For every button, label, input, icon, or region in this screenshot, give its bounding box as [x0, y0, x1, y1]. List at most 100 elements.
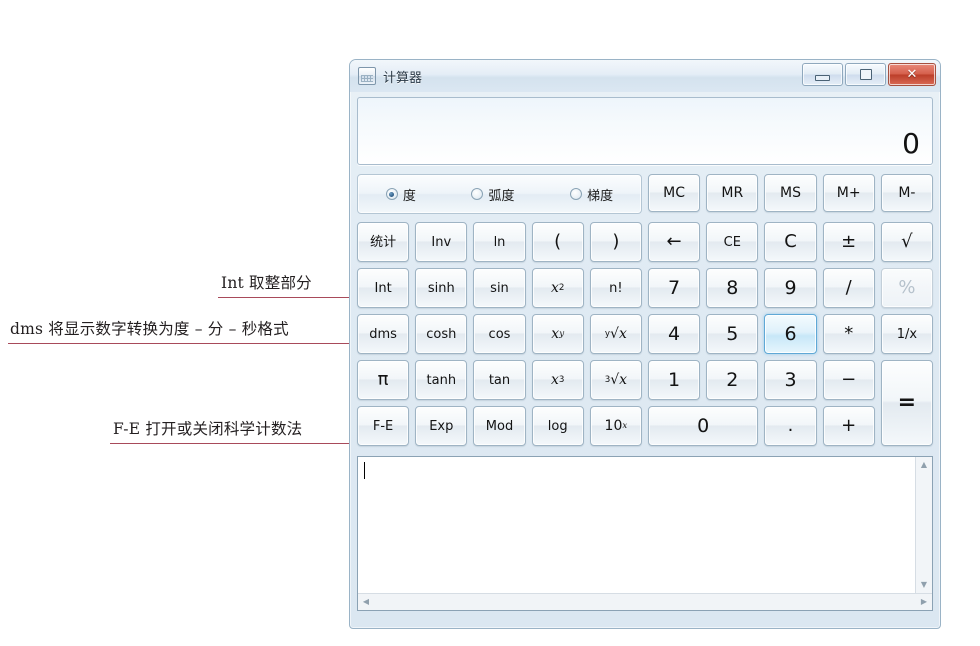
radio-degrees[interactable]: 度 — [385, 185, 416, 204]
key-reciprocal[interactable]: 1/x — [880, 314, 933, 354]
scroll-right-icon[interactable]: ▶ — [916, 594, 932, 610]
key-x-cubed[interactable]: x3 — [531, 360, 584, 400]
radio-radians-dot — [471, 188, 484, 200]
memory-add-button[interactable]: M+ — [822, 174, 875, 212]
annotation-dms-leader-line — [8, 343, 378, 344]
key-tan[interactable]: tan — [473, 360, 526, 400]
key-cos[interactable]: cos — [473, 314, 526, 354]
key-mod[interactable]: Mod — [473, 406, 526, 446]
radical-icon: √ — [610, 372, 620, 388]
key-tanh[interactable]: tanh — [415, 360, 468, 400]
key-pi[interactable]: π — [357, 360, 410, 400]
key-divide[interactable]: / — [822, 268, 875, 308]
key-multiply[interactable]: * — [822, 314, 875, 354]
key-3[interactable]: 3 — [764, 360, 817, 400]
key-close-paren[interactable]: ) — [589, 222, 642, 262]
radio-gradians[interactable]: 梯度 — [570, 185, 613, 204]
radio-gradians-dot — [570, 188, 583, 200]
key-cube-root-radicand: x — [619, 372, 628, 388]
radio-degrees-label: 度 — [402, 188, 416, 204]
key-ten-power-x-base: 10 — [604, 418, 623, 434]
key-7[interactable]: 7 — [648, 268, 701, 308]
key-square-root[interactable]: √ — [880, 222, 933, 262]
history-text-area[interactable] — [358, 457, 915, 593]
scroll-left-icon[interactable]: ◀ — [358, 594, 374, 610]
key-open-paren[interactable]: ( — [531, 222, 584, 262]
radio-radians-label: 弧度 — [488, 188, 515, 204]
radio-gradians-label: 梯度 — [587, 188, 614, 204]
close-button[interactable]: ✕ — [888, 63, 936, 86]
calculator-icon — [358, 67, 376, 85]
key-cosh[interactable]: cosh — [415, 314, 468, 354]
vertical-scrollbar[interactable]: ▲ ▼ — [915, 457, 932, 593]
memory-clear-button[interactable]: MC — [648, 174, 701, 212]
key-exp[interactable]: Exp — [415, 406, 468, 446]
key-x-squared-base: x — [550, 280, 559, 296]
text-caret — [364, 462, 365, 479]
key-sinh[interactable]: sinh — [415, 268, 468, 308]
key-ten-power-x[interactable]: 10 x — [589, 406, 642, 446]
key-x-squared[interactable]: x2 — [531, 268, 584, 308]
key-x-power-y[interactable]: xy — [531, 314, 584, 354]
key-inv[interactable]: Inv — [415, 222, 468, 262]
key-clear-entry[interactable]: CE — [706, 222, 759, 262]
key-yth-root[interactable]: y √ x — [589, 314, 642, 354]
key-dms[interactable]: dms — [357, 314, 410, 354]
key-add[interactable]: + — [822, 406, 875, 446]
history-main: ▲ ▼ — [358, 457, 932, 593]
key-sign-toggle[interactable]: ± — [822, 222, 875, 262]
display-value: 0 — [902, 127, 920, 160]
display-field[interactable]: 0 — [357, 97, 933, 165]
key-sin[interactable]: sin — [473, 268, 526, 308]
key-8[interactable]: 8 — [706, 268, 759, 308]
scroll-down-icon[interactable]: ▼ — [916, 577, 932, 593]
key-factorial[interactable]: n! — [589, 268, 642, 308]
minimize-button[interactable] — [802, 63, 843, 86]
annotation-dms-label: dms 将显示数字转换为度 – 分 – 秒格式 — [10, 320, 289, 338]
scroll-up-icon[interactable]: ▲ — [916, 457, 932, 473]
memory-subtract-button[interactable]: M- — [880, 174, 934, 212]
calculator-body: 0 度 弧度 梯度 MC MR MS M+ M- 统计 Inv ln () ←… — [350, 92, 940, 618]
minimize-icon — [815, 74, 830, 81]
radio-degrees-dot — [385, 188, 398, 200]
window-title: 计算器 — [383, 70, 423, 86]
key-fe[interactable]: F-E — [357, 406, 410, 446]
key-9[interactable]: 9 — [764, 268, 817, 308]
calculator-window: 计算器 ✕ 0 度 弧度 梯度 MC MR MS M+ M- 统计 Inv ln… — [349, 59, 941, 629]
key-x-power-y-base: x — [551, 326, 560, 342]
title-bar[interactable]: 计算器 ✕ — [350, 60, 940, 92]
annotation-int-label: Int 取整部分 — [221, 274, 312, 292]
key-2[interactable]: 2 — [706, 360, 759, 400]
key-percent[interactable]: % — [880, 268, 933, 308]
key-6[interactable]: 6 — [764, 314, 817, 354]
mode-and-memory-row: 度 弧度 梯度 MC MR MS M+ M- — [357, 174, 934, 214]
radical-icon: √ — [610, 326, 619, 342]
key-subtract[interactable]: − — [822, 360, 875, 400]
key-backspace[interactable]: ← — [648, 222, 701, 262]
key-yth-root-radicand: x — [618, 326, 627, 342]
key-4[interactable]: 4 — [648, 314, 701, 354]
window-controls: ✕ — [802, 63, 936, 86]
maximize-icon — [859, 69, 872, 80]
key-ln[interactable]: ln — [473, 222, 526, 262]
key-equals[interactable]: = — [880, 360, 933, 446]
key-5[interactable]: 5 — [706, 314, 759, 354]
key-log[interactable]: log — [531, 406, 584, 446]
memory-button-group: MC MR MS M+ M- — [648, 174, 934, 214]
key-decimal-point[interactable]: . — [764, 406, 817, 446]
history-panel: ▲ ▼ ◀ ▶ — [357, 456, 933, 611]
key-clear[interactable]: C — [764, 222, 817, 262]
keypad: 统计 Inv ln ( ) ← CE C ± √ Int sinh sin x2… — [357, 222, 933, 446]
key-statistics[interactable]: 统计 — [357, 222, 410, 262]
key-0[interactable]: 0 — [648, 406, 759, 446]
horizontal-scrollbar[interactable]: ◀ ▶ — [358, 593, 932, 610]
memory-recall-button[interactable]: MR — [706, 174, 759, 212]
key-1[interactable]: 1 — [648, 360, 701, 400]
memory-store-button[interactable]: MS — [764, 174, 817, 212]
radio-radians[interactable]: 弧度 — [471, 185, 514, 204]
angle-mode-group: 度 弧度 梯度 — [357, 174, 642, 214]
close-icon: ✕ — [906, 67, 918, 82]
maximize-button[interactable] — [845, 63, 886, 86]
key-int[interactable]: Int — [357, 268, 410, 308]
key-cube-root[interactable]: 3 √ x — [589, 360, 642, 400]
